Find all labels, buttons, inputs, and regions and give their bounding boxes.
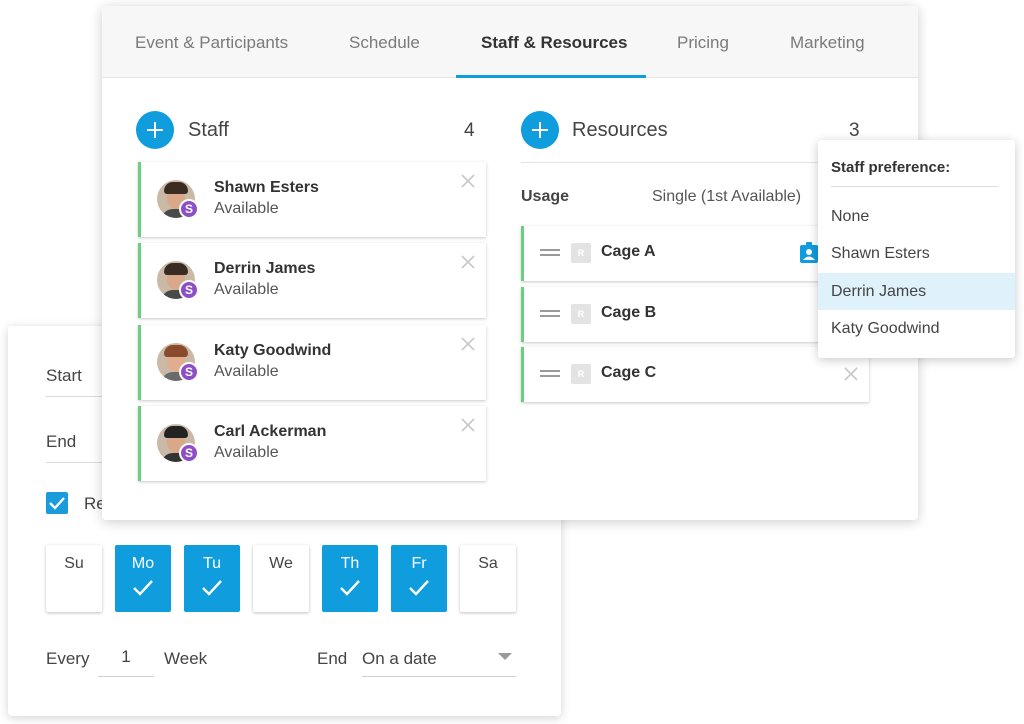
tab-staff-resources[interactable]: Staff & Resources	[481, 33, 627, 53]
staff-name: Carl Ackerman	[214, 423, 327, 440]
tab-marketing[interactable]: Marketing	[790, 33, 865, 53]
close-icon[interactable]	[843, 366, 859, 382]
staff-status: Available	[214, 444, 279, 461]
weekday-selector: Su Mo Tu We Th Fr Sa	[46, 545, 516, 612]
day-toggle-mo[interactable]: Mo	[115, 545, 171, 612]
every-label: Every	[46, 649, 90, 668]
drag-handle-icon[interactable]	[540, 370, 560, 378]
interval-unit-label: Week	[164, 649, 208, 668]
resource-icon: R	[571, 243, 591, 263]
staff-badge-icon[interactable]	[799, 242, 819, 264]
resources-section-title: Resources	[572, 119, 668, 141]
staff-section-title: Staff	[188, 119, 229, 141]
tab-schedule[interactable]: Schedule	[349, 33, 420, 53]
tab-pricing[interactable]: Pricing	[677, 33, 729, 53]
resource-name: Cage A	[601, 243, 656, 260]
staff-name: Shawn Esters	[214, 179, 319, 196]
close-icon[interactable]	[460, 173, 476, 189]
add-staff-button[interactable]	[136, 111, 174, 149]
day-toggle-su[interactable]: Su	[46, 545, 102, 612]
day-toggle-tu[interactable]: Tu	[184, 545, 240, 612]
close-icon[interactable]	[460, 417, 476, 433]
popover-divider	[831, 186, 999, 187]
staff-card[interactable]: S Carl Ackerman Available	[138, 406, 486, 481]
active-tab-indicator	[456, 75, 646, 78]
staff-badge: S	[179, 362, 199, 382]
day-label: Tu	[202, 555, 222, 572]
resource-card[interactable]: R Cage A	[521, 226, 869, 281]
end-label: End	[46, 432, 77, 451]
end-type-underline	[362, 676, 516, 677]
day-label: Fr	[411, 555, 427, 572]
tab-bar: Event & Participants Schedule Staff & Re…	[102, 6, 918, 78]
day-toggle-fr[interactable]: Fr	[391, 545, 447, 612]
resource-card[interactable]: R Cage B	[521, 287, 869, 342]
staff-badge: S	[179, 280, 199, 300]
staff-status: Available	[214, 281, 279, 298]
check-icon	[202, 580, 222, 596]
staff-card[interactable]: S Shawn Esters Available	[138, 162, 486, 237]
day-label: Mo	[131, 555, 155, 572]
close-icon[interactable]	[460, 254, 476, 270]
chevron-down-icon[interactable]	[498, 653, 512, 660]
check-icon	[49, 497, 65, 510]
resource-icon: R	[571, 304, 591, 324]
staff-name: Katy Goodwind	[214, 342, 332, 359]
staff-badge: S	[179, 199, 199, 219]
recurring-checkbox[interactable]	[46, 492, 68, 514]
event-editor-card: Event & Participants Schedule Staff & Re…	[102, 6, 918, 520]
resources-divider	[521, 162, 869, 163]
staff-name: Derrin James	[214, 260, 316, 277]
start-label: Start	[46, 366, 82, 385]
usage-label: Usage	[521, 188, 570, 205]
check-icon	[133, 580, 153, 596]
resource-card[interactable]: R Cage C	[521, 347, 869, 402]
preference-option-shawn-esters[interactable]: Shawn Esters	[818, 235, 1015, 272]
drag-handle-icon[interactable]	[540, 249, 560, 257]
check-icon	[340, 580, 360, 596]
resources-count: 3	[849, 120, 860, 141]
interval-underline	[98, 676, 154, 677]
preference-option-katy-goodwind[interactable]: Katy Goodwind	[818, 310, 1015, 347]
end-type-label: End	[317, 649, 348, 668]
staff-card[interactable]: S Katy Goodwind Available	[138, 325, 486, 400]
drag-handle-icon[interactable]	[540, 310, 560, 318]
add-resource-button[interactable]	[521, 111, 559, 149]
resource-name: Cage C	[601, 364, 657, 381]
usage-select[interactable]: Single (1st Available)	[652, 188, 801, 206]
staff-card[interactable]: S Derrin James Available	[138, 243, 486, 318]
day-label: We	[269, 555, 293, 572]
day-toggle-th[interactable]: Th	[322, 545, 378, 612]
preference-option-none[interactable]: None	[818, 198, 1015, 235]
end-type-select[interactable]: On a date	[362, 649, 516, 669]
staff-status: Available	[214, 363, 279, 380]
staff-count: 4	[464, 120, 475, 141]
staff-preference-dropdown: Staff preference: None Shawn Esters Derr…	[818, 140, 1015, 358]
day-label: Sa	[478, 555, 498, 572]
day-label: Th	[340, 555, 360, 572]
resource-icon: R	[571, 364, 591, 384]
day-toggle-we[interactable]: We	[253, 545, 309, 612]
preference-option-derrin-james[interactable]: Derrin James	[818, 273, 1015, 310]
interval-input[interactable]: 1	[98, 647, 154, 667]
resource-name: Cage B	[601, 304, 657, 321]
check-icon	[409, 580, 429, 596]
close-icon[interactable]	[460, 336, 476, 352]
day-label: Su	[64, 555, 84, 572]
staff-badge: S	[179, 443, 199, 463]
day-toggle-sa[interactable]: Sa	[460, 545, 516, 612]
tab-event-participants[interactable]: Event & Participants	[135, 33, 288, 53]
staff-preference-title: Staff preference:	[831, 159, 951, 176]
staff-status: Available	[214, 200, 279, 217]
